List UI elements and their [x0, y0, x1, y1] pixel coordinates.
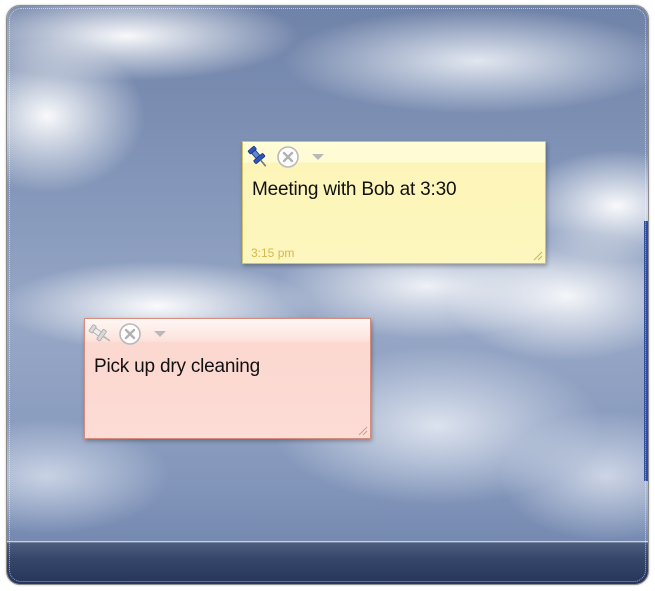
- note-toolbar: [245, 144, 335, 170]
- taskbar: [7, 541, 648, 584]
- dropdown-arrow-icon[interactable]: [147, 321, 173, 347]
- sticky-note-pink[interactable]: Pick up dry cleaning: [84, 318, 371, 439]
- close-circle-icon[interactable]: [117, 321, 143, 347]
- resize-grip-icon[interactable]: [531, 249, 543, 261]
- note-text[interactable]: Meeting with Bob at 3:30: [252, 179, 457, 201]
- note-text[interactable]: Pick up dry cleaning: [94, 356, 260, 378]
- dropdown-arrow-icon[interactable]: [305, 144, 331, 170]
- pushpin-icon[interactable]: [87, 321, 113, 347]
- pushpin-icon[interactable]: [245, 144, 271, 170]
- resize-grip-icon[interactable]: [356, 424, 368, 436]
- note-timestamp: 3:15 pm: [251, 246, 295, 260]
- note-toolbar: [87, 321, 177, 347]
- close-circle-icon[interactable]: [275, 144, 301, 170]
- window-edge-accent: [644, 221, 648, 481]
- desktop-window: Meeting with Bob at 3:30 3:15 pm Pick up…: [6, 5, 649, 585]
- sticky-note-yellow[interactable]: Meeting with Bob at 3:30 3:15 pm: [242, 141, 546, 264]
- desktop-wallpaper: [7, 6, 648, 584]
